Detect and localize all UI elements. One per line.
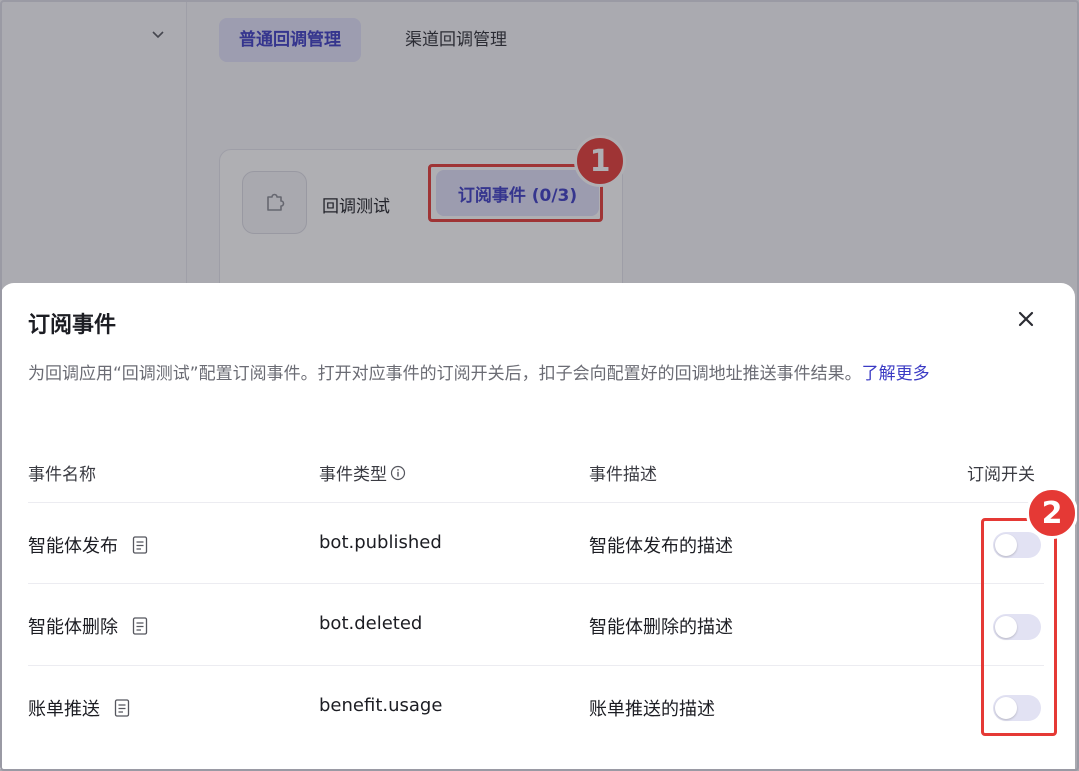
event-description: 智能体删除的描述	[589, 617, 733, 638]
modal-title: 订阅事件	[28, 313, 117, 338]
column-header-type-label: 事件类型	[319, 465, 387, 485]
event-type: benefit.usage	[319, 695, 443, 716]
table-row: 智能体删除	[28, 613, 148, 639]
close-button[interactable]	[1012, 307, 1040, 335]
column-header-name: 事件名称	[28, 460, 96, 485]
event-description: 智能体发布的描述	[589, 536, 733, 557]
highlight-box-2	[981, 518, 1057, 736]
column-header-description-label: 事件描述	[589, 465, 657, 485]
learn-more-link[interactable]: 了解更多	[862, 364, 930, 384]
event-type: bot.published	[319, 532, 442, 553]
description-text: 为回调应用“回调测试”配置订阅事件。打开对应事件的订阅开关后，扣子会向配置好的回…	[28, 364, 862, 384]
document-icon[interactable]	[132, 536, 148, 554]
document-icon[interactable]	[114, 699, 130, 717]
table-divider	[28, 665, 1044, 666]
column-header-name-label: 事件名称	[28, 465, 96, 485]
event-type: bot.deleted	[319, 613, 423, 634]
table-row: 智能体发布	[28, 532, 148, 558]
table-divider	[28, 583, 1044, 584]
column-header-description: 事件描述	[589, 460, 657, 485]
column-header-switch: 订阅开关	[967, 460, 1035, 485]
column-header-type: 事件类型	[319, 460, 406, 485]
document-icon[interactable]	[132, 617, 148, 635]
column-header-switch-label: 订阅开关	[967, 465, 1035, 485]
close-icon	[1018, 311, 1034, 331]
event-name: 智能体发布	[28, 536, 118, 557]
subscribe-events-modal: 订阅事件 为回调应用“回调测试”配置订阅事件。打开对应事件的订阅开关后，扣子会向…	[0, 283, 1075, 769]
event-description: 账单推送的描述	[589, 699, 715, 720]
info-icon[interactable]	[390, 465, 406, 481]
step-badge-2: 2	[1026, 487, 1078, 539]
event-name: 账单推送	[28, 699, 100, 720]
modal-description: 为回调应用“回调测试”配置订阅事件。打开对应事件的订阅开关后，扣子会向配置好的回…	[28, 360, 1038, 389]
event-name: 智能体删除	[28, 617, 118, 638]
table-divider	[28, 502, 1044, 503]
table-row: 账单推送	[28, 695, 130, 721]
